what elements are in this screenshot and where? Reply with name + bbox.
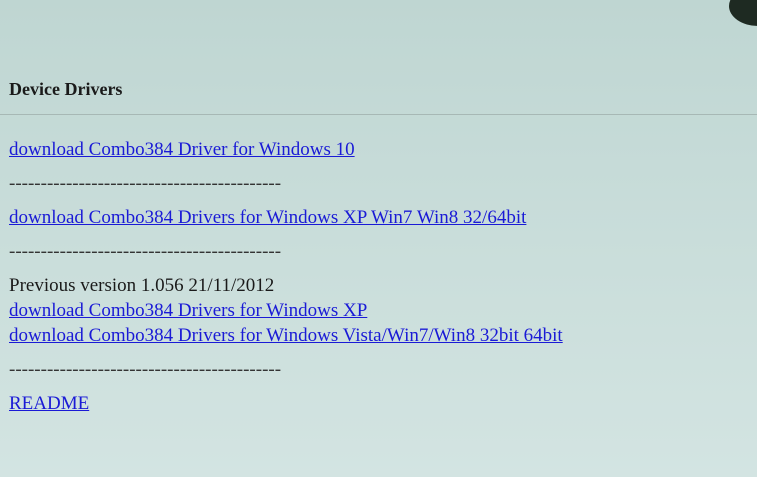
readme-link[interactable]: README xyxy=(9,393,89,414)
separator-1: ----------------------------------------… xyxy=(9,173,282,194)
download-xp-win7-win8-link[interactable]: download Combo384 Drivers for Windows XP… xyxy=(9,207,526,228)
corner-decoration xyxy=(729,0,757,26)
separator-3: ----------------------------------------… xyxy=(9,359,282,380)
previous-version-text: Previous version 1.056 21/11/2012 xyxy=(9,275,275,296)
driver-list: download Combo384 Driver for Windows 10 … xyxy=(9,137,563,416)
section-title: Device Drivers xyxy=(9,79,123,99)
download-xp-link[interactable]: download Combo384 Drivers for Windows XP xyxy=(9,300,367,321)
separator-2: ----------------------------------------… xyxy=(9,241,282,262)
download-vista-win7-win8-link[interactable]: download Combo384 Drivers for Windows Vi… xyxy=(9,325,563,346)
download-win10-link[interactable]: download Combo384 Driver for Windows 10 xyxy=(9,139,355,160)
horizontal-divider xyxy=(0,114,757,115)
